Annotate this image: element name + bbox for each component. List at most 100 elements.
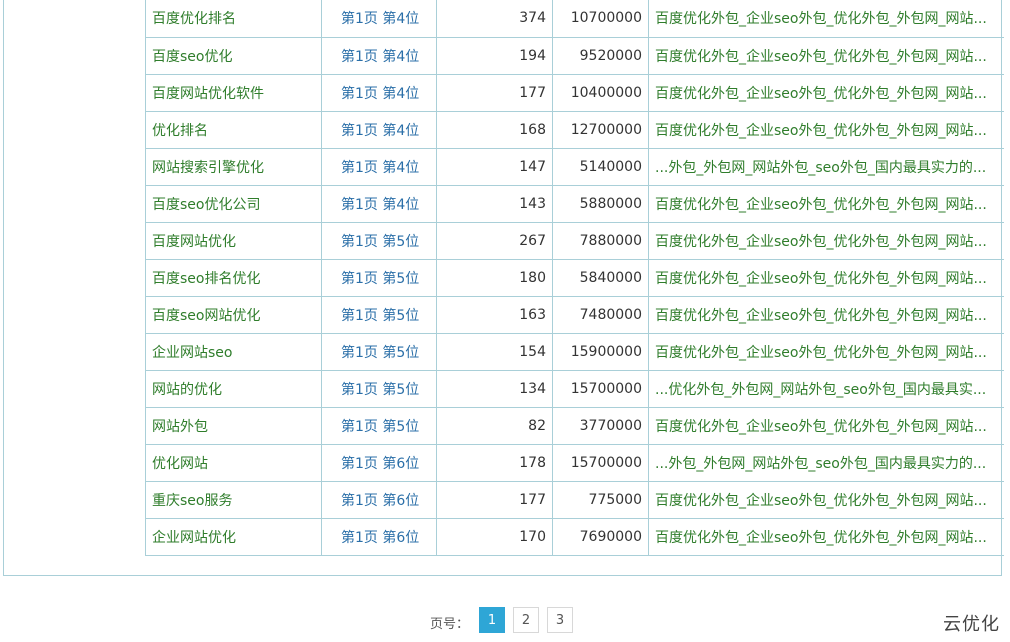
title-cell[interactable]: 百度优化外包_企业seo外包_优化外包_外包网_网站... xyxy=(648,480,1004,519)
title-cell[interactable]: ...外包_外包网_网站外包_seo外包_国内最具实力的... xyxy=(648,443,1004,482)
volume-cell: 10700000 xyxy=(552,0,649,38)
keyword-cell[interactable]: 优化网站 xyxy=(145,443,322,482)
title-cell[interactable]: 百度优化外包_企业seo外包_优化外包_外包网_网站... xyxy=(648,73,1004,112)
keyword-cell[interactable]: 百度seo排名优化 xyxy=(145,258,322,297)
keyword-cell[interactable]: 优化排名 xyxy=(145,110,322,149)
index-cell: 374 xyxy=(436,0,553,38)
rank-cell: 第1页 第5位 xyxy=(321,295,437,334)
index-cell: 82 xyxy=(436,406,553,445)
title-cell[interactable]: 百度优化外包_企业seo外包_优化外包_外包网_网站... xyxy=(648,406,1004,445)
rank-cell: 第1页 第5位 xyxy=(321,369,437,408)
index-cell: 163 xyxy=(436,295,553,334)
watermark-logo-text: 云优化 xyxy=(943,614,1000,635)
pagination: 页号： 1 2 3 xyxy=(0,607,1010,635)
keyword-cell[interactable]: 网站外包 xyxy=(145,406,322,445)
keyword-cell[interactable]: 百度seo优化 xyxy=(145,36,322,75)
volume-cell: 3770000 xyxy=(552,406,649,445)
keyword-cell[interactable]: 网站的优化 xyxy=(145,369,322,408)
volume-cell: 5880000 xyxy=(552,184,649,223)
volume-cell: 15900000 xyxy=(552,332,649,371)
index-cell: 168 xyxy=(436,110,553,149)
rank-cell: 第1页 第5位 xyxy=(321,221,437,260)
rank-cell: 第1页 第6位 xyxy=(321,480,437,519)
volume-cell: 10400000 xyxy=(552,73,649,112)
page-3-button[interactable]: 3 xyxy=(547,607,573,633)
index-cell: 134 xyxy=(436,369,553,408)
title-cell[interactable]: 百度优化外包_企业seo外包_优化外包_外包网_网站... xyxy=(648,295,1004,334)
index-cell: 147 xyxy=(436,147,553,186)
pagination-label: 页号： xyxy=(430,617,470,632)
table-body: 百度优化排名 第1页 第4位 374 10700000 百度优化外包_企业seo外包_优… xyxy=(145,0,1004,556)
index-cell: 267 xyxy=(436,221,553,260)
volume-cell: 15700000 xyxy=(552,443,649,482)
table-row: 网站的优化 第1页 第5位 134 15700000 ...优化外包_外包网_网站外包_… xyxy=(145,369,1004,408)
volume-cell: 7880000 xyxy=(552,221,649,260)
volume-cell: 5140000 xyxy=(552,147,649,186)
volume-cell: 5840000 xyxy=(552,258,649,297)
title-cell[interactable]: ...外包_外包网_网站外包_seo外包_国内最具实力的... xyxy=(648,147,1004,186)
keyword-cell[interactable]: 百度网站优化软件 xyxy=(145,73,322,112)
results-panel: 百度优化排名 第1页 第4位 374 10700000 百度优化外包_企业seo外包_优… xyxy=(3,0,1004,576)
index-cell: 177 xyxy=(436,73,553,112)
keyword-cell[interactable]: 百度seo优化公司 xyxy=(145,184,322,223)
rank-cell: 第1页 第4位 xyxy=(321,184,437,223)
table-row: 企业网站seo 第1页 第5位 154 15900000 百度优化外包_企业seo外包_… xyxy=(145,332,1004,371)
index-cell: 170 xyxy=(436,517,553,556)
keyword-cell[interactable]: 百度网站优化 xyxy=(145,221,322,260)
keyword-cell[interactable]: 企业网站seo xyxy=(145,332,322,371)
keyword-cell[interactable]: 重庆seo服务 xyxy=(145,480,322,519)
rank-cell: 第1页 第5位 xyxy=(321,406,437,445)
volume-cell: 7690000 xyxy=(552,517,649,556)
index-cell: 143 xyxy=(436,184,553,223)
title-cell[interactable]: 百度优化外包_企业seo外包_优化外包_外包网_网站... xyxy=(648,332,1004,371)
index-cell: 177 xyxy=(436,480,553,519)
rank-cell: 第1页 第5位 xyxy=(321,258,437,297)
table-row: 百度seo优化 第1页 第4位 194 9520000 百度优化外包_企业seo外包_优… xyxy=(145,36,1004,75)
volume-cell: 775000 xyxy=(552,480,649,519)
keyword-cell[interactable]: 企业网站优化 xyxy=(145,517,322,556)
table-row: 优化排名 第1页 第4位 168 12700000 百度优化外包_企业seo外包_优化外… xyxy=(145,110,1004,149)
keyword-cell[interactable]: 百度seo网站优化 xyxy=(145,295,322,334)
table-row: 百度seo排名优化 第1页 第5位 180 5840000 百度优化外包_企业seo外包… xyxy=(145,258,1004,297)
title-cell[interactable]: 百度优化外包_企业seo外包_优化外包_外包网_网站... xyxy=(648,258,1004,297)
rank-cell: 第1页 第4位 xyxy=(321,0,437,38)
rank-cell: 第1页 第6位 xyxy=(321,443,437,482)
index-cell: 178 xyxy=(436,443,553,482)
rank-cell: 第1页 第4位 xyxy=(321,36,437,75)
table-row: 百度seo网站优化 第1页 第5位 163 7480000 百度优化外包_企业seo外包… xyxy=(145,295,1004,334)
page-2-button[interactable]: 2 xyxy=(513,607,539,633)
keyword-cell[interactable]: 百度优化排名 xyxy=(145,0,322,38)
rank-cell: 第1页 第4位 xyxy=(321,147,437,186)
table-row: 网站外包 第1页 第5位 82 3770000 百度优化外包_企业seo外包_优化外包_… xyxy=(145,406,1004,445)
volume-cell: 15700000 xyxy=(552,369,649,408)
index-cell: 154 xyxy=(436,332,553,371)
title-cell[interactable]: 百度优化外包_企业seo外包_优化外包_外包网_网站... xyxy=(648,184,1004,223)
rank-cell: 第1页 第6位 xyxy=(321,517,437,556)
index-cell: 180 xyxy=(436,258,553,297)
title-cell[interactable]: 百度优化外包_企业seo外包_优化外包_外包网_网站... xyxy=(648,0,1004,38)
rank-cell: 第1页 第4位 xyxy=(321,110,437,149)
table-row: 百度网站优化软件 第1页 第4位 177 10400000 百度优化外包_企业seo外包… xyxy=(145,73,1004,112)
title-cell[interactable]: ...优化外包_外包网_网站外包_seo外包_国内最具实... xyxy=(648,369,1004,408)
volume-cell: 12700000 xyxy=(552,110,649,149)
table-row: 优化网站 第1页 第6位 178 15700000 ...外包_外包网_网站外包_seo… xyxy=(145,443,1004,482)
page-1-button[interactable]: 1 xyxy=(479,607,505,633)
keyword-ranking-table: 百度优化排名 第1页 第4位 374 10700000 百度优化外包_企业seo外包_优… xyxy=(145,0,1004,556)
volume-cell: 9520000 xyxy=(552,36,649,75)
rank-cell: 第1页 第5位 xyxy=(321,332,437,371)
index-cell: 194 xyxy=(436,36,553,75)
table-row: 网站搜索引擎优化 第1页 第4位 147 5140000 ...外包_外包网_网站外包_… xyxy=(145,147,1004,186)
title-cell[interactable]: 百度优化外包_企业seo外包_优化外包_外包网_网站... xyxy=(648,110,1004,149)
rank-cell: 第1页 第4位 xyxy=(321,73,437,112)
keyword-cell[interactable]: 网站搜索引擎优化 xyxy=(145,147,322,186)
table-row: 百度网站优化 第1页 第5位 267 7880000 百度优化外包_企业seo外包_优化… xyxy=(145,221,1004,260)
table-row: 重庆seo服务 第1页 第6位 177 775000 百度优化外包_企业seo外包_优化… xyxy=(145,480,1004,519)
table-row: 百度优化排名 第1页 第4位 374 10700000 百度优化外包_企业seo外包_优… xyxy=(145,0,1004,38)
table-row: 企业网站优化 第1页 第6位 170 7690000 百度优化外包_企业seo外包_优化… xyxy=(145,517,1004,556)
left-blank-column xyxy=(4,0,144,575)
title-cell[interactable]: 百度优化外包_企业seo外包_优化外包_外包网_网站... xyxy=(648,36,1004,75)
title-cell[interactable]: 百度优化外包_企业seo外包_优化外包_外包网_网站... xyxy=(648,517,1004,556)
table-row: 百度seo优化公司 第1页 第4位 143 5880000 百度优化外包_企业seo外包… xyxy=(145,184,1004,223)
volume-cell: 7480000 xyxy=(552,295,649,334)
title-cell[interactable]: 百度优化外包_企业seo外包_优化外包_外包网_网站... xyxy=(648,221,1004,260)
